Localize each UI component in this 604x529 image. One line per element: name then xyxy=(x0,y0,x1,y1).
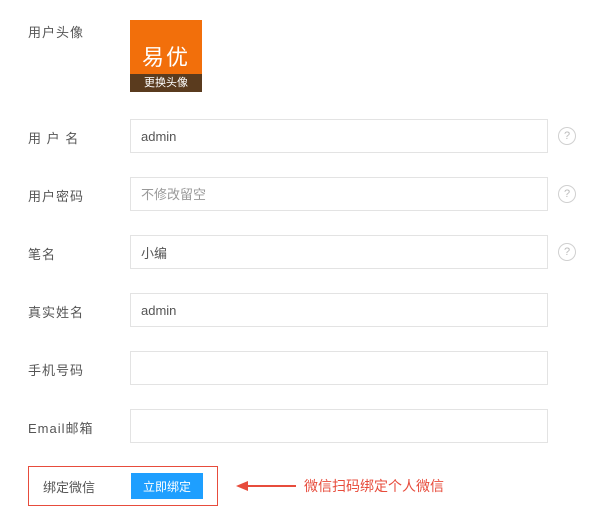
label-username: 用 户 名 xyxy=(28,126,130,147)
row-email: Email邮箱 xyxy=(28,408,576,444)
row-password: 用户密码 ? xyxy=(28,176,576,212)
label-penname: 笔名 xyxy=(28,242,130,263)
bind-note-text: 微信扫码绑定个人微信 xyxy=(304,476,444,496)
control-realname xyxy=(130,293,576,327)
control-avatar: 易优 更换头像 xyxy=(130,20,576,92)
email-input[interactable] xyxy=(130,409,548,443)
row-avatar: 用户头像 易优 更换头像 xyxy=(28,20,576,92)
phone-input[interactable] xyxy=(130,351,548,385)
row-realname: 真实姓名 xyxy=(28,292,576,328)
label-phone: 手机号码 xyxy=(28,358,130,379)
help-icon[interactable]: ? xyxy=(558,243,576,261)
help-icon[interactable]: ? xyxy=(558,127,576,145)
control-password: ? xyxy=(130,177,576,211)
label-password: 用户密码 xyxy=(28,184,130,205)
label-realname: 真实姓名 xyxy=(28,300,130,321)
help-icon[interactable]: ? xyxy=(558,185,576,203)
change-avatar-button[interactable]: 更换头像 xyxy=(130,74,202,92)
penname-input[interactable] xyxy=(130,235,548,269)
bind-now-button[interactable]: 立即绑定 xyxy=(131,473,203,499)
profile-form: 用户头像 易优 更换头像 用 户 名 ? 用户密码 ? 笔名 ? xyxy=(0,0,604,506)
avatar-logo-text: 易优 xyxy=(142,40,190,72)
row-username: 用 户 名 ? xyxy=(28,118,576,154)
label-email: Email邮箱 xyxy=(28,416,130,437)
control-email xyxy=(130,409,576,443)
control-username: ? xyxy=(130,119,576,153)
password-input[interactable] xyxy=(130,177,548,211)
label-avatar: 用户头像 xyxy=(28,20,130,41)
row-penname: 笔名 ? xyxy=(28,234,576,270)
row-phone: 手机号码 xyxy=(28,350,576,386)
bind-highlight-box: 绑定微信 立即绑定 xyxy=(28,466,218,506)
annotation-arrow xyxy=(236,478,296,494)
row-bind-wechat: 绑定微信 立即绑定 微信扫码绑定个人微信 xyxy=(28,466,576,506)
control-phone xyxy=(130,351,576,385)
arrow-left-icon xyxy=(236,478,296,494)
avatar-container: 易优 更换头像 xyxy=(130,20,202,92)
realname-input[interactable] xyxy=(130,293,548,327)
control-penname: ? xyxy=(130,235,576,269)
label-bind-wechat: 绑定微信 xyxy=(29,477,131,496)
username-input[interactable] xyxy=(130,119,548,153)
